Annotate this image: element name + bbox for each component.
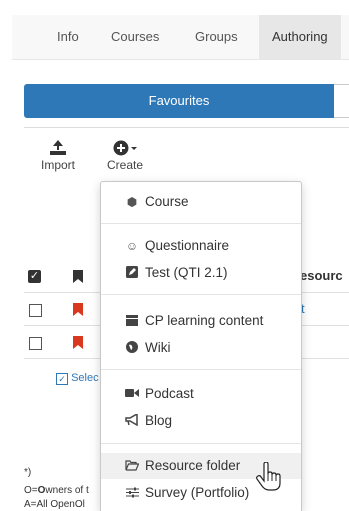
menu-item-cp-learning-content[interactable]: CP learning content <box>101 308 301 334</box>
nav-tab-authoring[interactable]: Authoring <box>259 15 341 59</box>
bookmark-header-icon <box>73 270 83 283</box>
column-header-resource[interactable]: esourc <box>300 268 343 283</box>
menu-item-podcast[interactable]: Podcast <box>101 381 301 407</box>
cube-icon: ⬢ <box>126 195 138 209</box>
menu-item-blog[interactable]: Blog <box>101 408 301 434</box>
toolbar-divider <box>24 127 349 128</box>
bookmark-icon[interactable] <box>73 336 83 349</box>
footnote-marker: *) <box>24 467 32 478</box>
menu-divider <box>101 369 301 370</box>
globe-icon <box>124 335 140 361</box>
hand-cursor-icon <box>256 462 281 491</box>
footnote-owners: O=Owners of t <box>24 485 89 496</box>
upload-icon <box>50 140 66 155</box>
menu-divider <box>101 443 301 444</box>
bookmark-icon[interactable] <box>73 303 83 316</box>
segment-favourites[interactable]: Favourites <box>24 84 334 118</box>
row-checkbox[interactable] <box>29 304 42 317</box>
select-all-checkbox[interactable]: ✓ <box>28 270 41 283</box>
plus-circle-icon <box>113 140 137 156</box>
segment-next[interactable] <box>334 84 349 118</box>
menu-item-test[interactable]: Test (QTI 2.1) <box>101 260 301 286</box>
edit-icon <box>124 260 140 286</box>
menu-item-wiki[interactable]: Wiki <box>101 335 301 361</box>
import-button[interactable]: Import <box>38 140 78 172</box>
select-all-label: Selec <box>71 372 99 384</box>
menu-item-questionnaire[interactable]: ☺ Questionnaire <box>101 233 301 259</box>
row-checkbox[interactable] <box>29 337 42 350</box>
menu-divider <box>101 223 301 224</box>
book-icon <box>124 308 140 334</box>
bullhorn-icon <box>124 408 140 434</box>
create-label: Create <box>106 158 144 172</box>
smiley-icon: ☺ <box>125 239 139 253</box>
sliders-icon <box>124 480 140 506</box>
menu-item-course[interactable]: ⬢ Course <box>101 189 301 215</box>
folder-open-icon <box>124 453 140 479</box>
nav-tab-info[interactable]: Info <box>57 15 79 59</box>
nav-tab-groups[interactable]: Groups <box>195 15 238 59</box>
caret-down-icon <box>131 147 137 150</box>
check-square-icon: ✓ <box>56 373 68 385</box>
menu-divider <box>101 294 301 295</box>
import-label: Import <box>40 158 75 172</box>
video-icon <box>124 381 140 407</box>
nav-tab-courses[interactable]: Courses <box>111 15 159 59</box>
footnote-all: A=All OpenOl <box>24 499 85 510</box>
nav-divider <box>12 59 349 60</box>
select-all-link[interactable]: ✓ Selec <box>56 372 99 385</box>
create-button[interactable]: Create <box>103 140 147 172</box>
